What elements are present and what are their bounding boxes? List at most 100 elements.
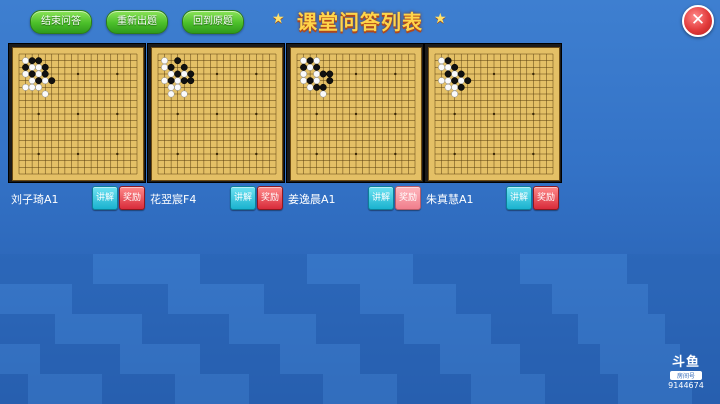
black-stone	[313, 83, 321, 91]
white-stone	[444, 83, 452, 91]
floor-tile	[168, 284, 264, 314]
floor-tile	[101, 374, 176, 404]
back-to-original-button[interactable]: 回到原题	[182, 10, 244, 34]
star-point	[354, 112, 358, 116]
black-stone	[187, 77, 195, 85]
black-stone	[28, 70, 36, 78]
white-stone	[28, 83, 36, 91]
floor-tile	[552, 284, 648, 314]
floor-tile	[229, 314, 317, 344]
white-stone	[300, 70, 308, 78]
white-stone	[306, 83, 314, 91]
floor-tile	[544, 374, 619, 404]
star-point	[116, 72, 119, 76]
explain-button[interactable]: 讲解	[506, 186, 532, 210]
black-stone	[180, 63, 188, 71]
app-background: 结束问答 重新出题 回到原题 ★ 课堂问答列表 ★ ✕ 刘子琦A1 讲解 奖励 …	[0, 0, 720, 404]
go-board	[428, 47, 560, 181]
floor-tile	[54, 314, 142, 344]
black-stone	[48, 77, 56, 85]
white-stone	[444, 63, 452, 71]
black-stone	[319, 83, 327, 91]
reissue-question-button[interactable]: 重新出题	[106, 10, 168, 34]
floor-tile	[200, 344, 280, 374]
star-point	[492, 152, 496, 156]
floor-tile	[413, 254, 521, 284]
black-stone	[444, 70, 452, 78]
end-qa-button[interactable]: 结束问答	[30, 10, 92, 34]
board-card[interactable]	[8, 43, 146, 183]
explain-button[interactable]: 讲解	[368, 186, 394, 210]
floor-tile	[456, 284, 552, 314]
explain-button[interactable]: 讲解	[92, 186, 118, 210]
white-stone	[167, 83, 175, 91]
star-point	[37, 112, 40, 116]
black-stone	[326, 70, 334, 78]
white-stone	[313, 57, 321, 65]
reward-button[interactable]: 奖励	[257, 186, 283, 210]
white-stone	[28, 77, 36, 85]
black-stone	[444, 57, 452, 65]
reward-button[interactable]: 奖励	[119, 186, 145, 210]
star-point	[354, 72, 358, 76]
star-point	[255, 112, 258, 116]
go-board-grid	[434, 53, 554, 175]
douyu-watermark: 斗鱼 房间号 9144674	[666, 351, 706, 390]
star-point	[255, 152, 258, 156]
floor-tile	[360, 284, 456, 314]
black-stone	[326, 77, 334, 85]
go-board-grid	[18, 53, 138, 175]
white-stone	[306, 63, 314, 71]
floor-tile	[578, 314, 666, 344]
white-stone	[313, 70, 321, 78]
floor-tile	[0, 284, 72, 314]
board-card[interactable]	[286, 43, 424, 183]
white-stone	[161, 77, 169, 85]
floor-tile	[72, 284, 168, 314]
douyu-logo: 斗鱼	[671, 355, 700, 370]
white-stone	[451, 70, 459, 78]
go-board	[151, 47, 283, 181]
board-frame	[424, 43, 562, 183]
black-stone	[167, 77, 175, 85]
floor-tile	[323, 374, 397, 404]
floor-tile	[665, 314, 720, 344]
close-button[interactable]: ✕	[682, 5, 714, 37]
floor-tile	[403, 314, 491, 344]
black-stone	[457, 70, 465, 78]
white-stone	[438, 77, 446, 85]
white-stone	[28, 63, 36, 71]
board-card[interactable]	[424, 43, 562, 183]
black-stone	[22, 63, 30, 71]
student-name: 姜逸晨A1	[288, 193, 336, 206]
reward-button[interactable]: 奖励	[533, 186, 559, 210]
white-stone	[174, 77, 182, 85]
star-point	[315, 152, 318, 156]
star-point	[76, 72, 80, 76]
go-board-grid	[296, 53, 416, 175]
reward-button[interactable]: 奖励	[395, 186, 421, 210]
board-frame	[147, 43, 285, 183]
page-title: 课堂问答列表	[297, 10, 423, 34]
black-stone	[451, 77, 459, 85]
explain-button[interactable]: 讲解	[230, 186, 256, 210]
student-name: 刘子琦A1	[11, 193, 59, 206]
white-stone	[35, 63, 43, 71]
white-stone	[319, 90, 327, 98]
white-stone	[313, 77, 321, 85]
white-stone	[300, 57, 308, 65]
black-stone	[41, 63, 49, 71]
board-card[interactable]	[147, 43, 285, 183]
floor-tile	[396, 374, 471, 404]
floor-tile	[200, 254, 307, 284]
black-stone	[180, 77, 188, 85]
white-stone	[451, 83, 459, 91]
white-stone	[300, 77, 308, 85]
star-point	[532, 152, 535, 156]
floor-tile	[40, 344, 120, 374]
white-stone	[457, 77, 465, 85]
star-point	[176, 152, 179, 156]
top-toolbar: 结束问答 重新出题 回到原题 ★ 课堂问答列表 ★ ✕	[0, 0, 720, 38]
floor-tile	[0, 374, 28, 404]
white-stone	[444, 77, 452, 85]
